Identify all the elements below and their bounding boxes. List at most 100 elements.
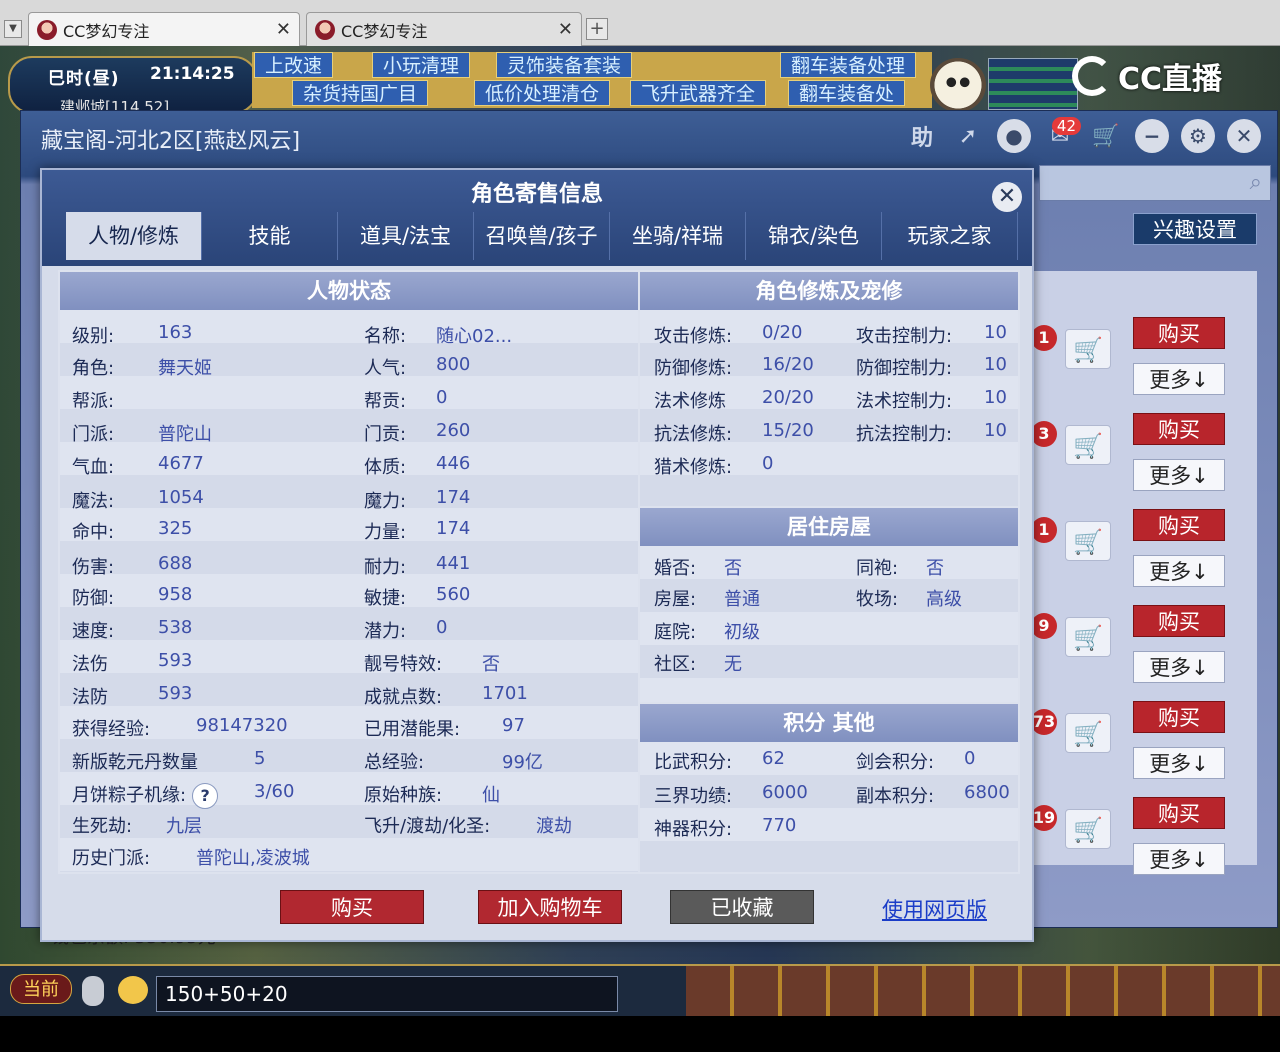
interest-settings-button[interactable]: 兴趣设置 [1133, 213, 1257, 245]
stat-value: 普陀山 [158, 424, 212, 445]
chat-input[interactable]: 150+50+20 [156, 976, 618, 1012]
stat-key: 副本积分: [856, 786, 935, 807]
tab-home[interactable]: 玩家之家 [882, 212, 1018, 260]
panda-avatar-icon[interactable] [930, 58, 986, 112]
message-count-badge: 42 [1051, 117, 1081, 135]
tab-list-dropdown[interactable]: ▼ [4, 20, 22, 38]
stat-value: 97 [502, 715, 525, 736]
stat-row: 原始种族: 仙 [364, 781, 500, 807]
count-badge: 1 [1031, 325, 1057, 351]
cart-icon[interactable]: 🛒 [1065, 425, 1111, 465]
stat-row: 神器积分: 770 [654, 815, 796, 841]
stat-value: 15/20 [762, 420, 814, 441]
tab-mounts[interactable]: 坐骑/祥瑞 [610, 212, 746, 260]
stall-sign[interactable]: 飞升武器齐全 [630, 80, 767, 106]
stat-value: 538 [158, 617, 193, 638]
stat-value: 否 [926, 558, 944, 579]
stat-row: 法术修炼 20/20 法术控制力: 10 [654, 387, 1007, 413]
stat-row: 防御修炼: 16/20 防御控制力: 10 [654, 354, 1007, 380]
stat-key: 体质: [364, 457, 407, 478]
stat-value: 10 [984, 322, 1007, 343]
stall-sign[interactable]: 低价处理清仓 [474, 80, 611, 106]
more-button[interactable]: 更多↓ [1133, 555, 1225, 587]
stat-value: 593 [158, 650, 193, 671]
count-badge: 19 [1031, 805, 1057, 831]
close-icon[interactable]: ✕ [1227, 119, 1261, 153]
cart-icon[interactable]: 🛒 [1065, 329, 1111, 369]
search-icon[interactable]: ⌕ [1250, 170, 1262, 195]
stat-value: 958 [158, 584, 193, 605]
new-tab-button[interactable]: + [586, 18, 608, 40]
chat-channel-button[interactable]: 当前 [10, 974, 72, 1004]
browser-tab-2[interactable]: CC梦幻专注 ✕ [306, 12, 582, 46]
stat-row: 命中: 325 [72, 518, 192, 544]
more-button[interactable]: 更多↓ [1133, 747, 1225, 779]
stat-row: 力量: 174 [364, 518, 470, 544]
tab-pets[interactable]: 召唤兽/孩子 [474, 212, 610, 260]
buy-button[interactable]: 购买 [280, 890, 424, 924]
stat-row: 名称: 随心02... [364, 322, 512, 348]
status-bars [988, 58, 1078, 110]
search-input[interactable]: ⌕ [1039, 165, 1271, 201]
stat-row: 庭院: 初级 [654, 618, 760, 644]
stat-row: 历史门派: 普陀山,凌波城 [72, 844, 310, 870]
cultivation-header: 角色修炼及宠修 [640, 272, 1018, 310]
stat-key: 级别: [72, 326, 115, 347]
more-button[interactable]: 更多↓ [1133, 651, 1225, 683]
settings-gear-icon[interactable]: ⚙ [1181, 119, 1215, 153]
share-icon[interactable]: ➚ [951, 119, 985, 153]
role-sale-modal: 角色寄售信息 ✕ 人物/修炼 技能 道具/法宝 召唤兽/孩子 坐骑/祥瑞 锦衣/… [40, 168, 1034, 942]
stat-value: 仙 [482, 785, 500, 806]
help-button[interactable]: 助 [905, 119, 939, 153]
stat-value: 普陀山,凌波城 [196, 848, 310, 869]
help-icon[interactable]: ? [192, 783, 219, 809]
tab-character[interactable]: 人物/修炼 [66, 212, 202, 260]
stat-key: 敏捷: [364, 588, 407, 609]
buy-button[interactable]: 购买 [1133, 509, 1225, 541]
stall-sign[interactable]: 杂货持国广目 [292, 80, 429, 106]
tab-outfits[interactable]: 锦衣/染色 [746, 212, 882, 260]
cart-icon[interactable]: 🛒 [1089, 119, 1123, 153]
buy-button[interactable]: 购买 [1133, 317, 1225, 349]
stat-row: 抗法修炼: 15/20 抗法控制力: 10 [654, 420, 1007, 446]
tab-skills[interactable]: 技能 [202, 212, 338, 260]
stall-sign[interactable]: 小玩清理 [372, 52, 471, 78]
more-button[interactable]: 更多↓ [1133, 459, 1225, 491]
stat-value: 1701 [482, 683, 528, 704]
score-header: 积分 其他 [640, 704, 1018, 742]
stat-key: 已用潜能果: [364, 719, 461, 740]
buy-button[interactable]: 购买 [1133, 797, 1225, 829]
stat-value: 1054 [158, 487, 204, 508]
cart-icon[interactable]: 🛒 [1065, 521, 1111, 561]
buy-button[interactable]: 购买 [1133, 413, 1225, 445]
stat-value: 99亿 [502, 752, 543, 773]
cart-icon[interactable]: 🛒 [1065, 809, 1111, 849]
microphone-icon[interactable] [82, 976, 104, 1006]
close-icon[interactable]: ✕ [558, 19, 573, 40]
minimize-icon[interactable]: − [1135, 119, 1169, 153]
stat-row: 门贡: 260 [364, 420, 470, 446]
stall-sign[interactable]: 上改速 [254, 52, 334, 78]
favorited-button[interactable]: 已收藏 [670, 890, 814, 924]
buy-button[interactable]: 购买 [1133, 605, 1225, 637]
cart-icon[interactable]: 🛒 [1065, 713, 1111, 753]
stall-sign[interactable]: 灵饰装备套装 [496, 52, 633, 78]
stat-row: 速度: 538 [72, 617, 192, 643]
more-button[interactable]: 更多↓ [1133, 843, 1225, 875]
web-version-link[interactable]: 使用网页版 [882, 894, 987, 924]
stall-sign[interactable]: 翻车装备处 [788, 80, 906, 106]
add-to-cart-button[interactable]: 加入购物车 [478, 890, 622, 924]
emoji-icon[interactable] [118, 976, 148, 1004]
close-icon[interactable]: ✕ [992, 182, 1022, 212]
close-icon[interactable]: ✕ [276, 19, 291, 40]
tab-items[interactable]: 道具/法宝 [338, 212, 474, 260]
stall-sign[interactable]: 翻车装备处理 [780, 52, 917, 78]
stat-value: 0/20 [762, 322, 803, 343]
game-toolbar-icons[interactable] [686, 966, 1280, 1016]
buy-button[interactable]: 购买 [1133, 701, 1225, 733]
browser-tab-1[interactable]: CC梦幻专注 ✕ [28, 12, 300, 46]
stat-key: 速度: [72, 621, 115, 642]
cart-icon[interactable]: 🛒 [1065, 617, 1111, 657]
more-button[interactable]: 更多↓ [1133, 363, 1225, 395]
record-icon[interactable]: ● [997, 119, 1031, 153]
